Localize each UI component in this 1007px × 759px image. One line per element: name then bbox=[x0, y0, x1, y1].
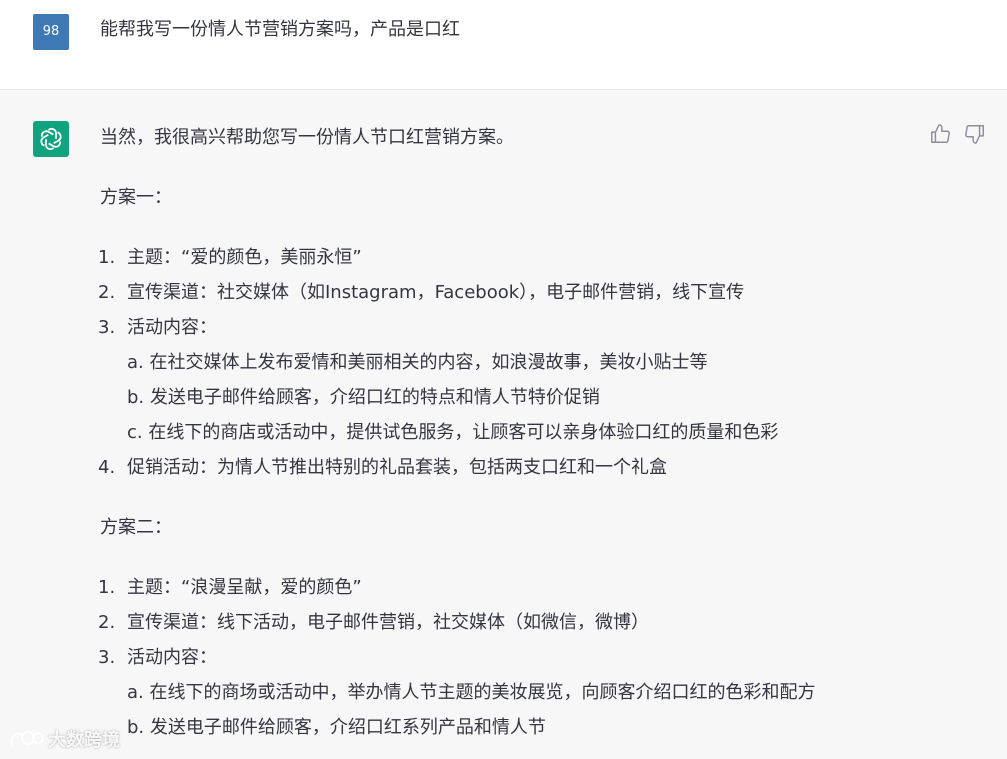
user-message-text: 能帮我写一份情人节营销方案吗，产品是口红 bbox=[100, 19, 460, 40]
list-item-text: 宣传渠道：社交媒体（如Instagram，Facebook），电子邮件营销，线下… bbox=[127, 282, 745, 303]
list-item-text: 活动内容： bbox=[127, 647, 217, 668]
list-number: 3. bbox=[98, 317, 116, 338]
sub-item-text: a. 在线下的商场或活动中，举办情人节主题的美妆展览，向顾客介绍口红的色彩和配方 bbox=[127, 682, 816, 703]
list-item-text: 促销活动：为情人节推出特别的礼品套装，包括两支口红和一个礼盒 bbox=[127, 457, 667, 478]
thumbs-up-button[interactable] bbox=[929, 123, 951, 145]
list-item-text: 主题：“浪漫呈献，爱的颜色” bbox=[127, 577, 362, 598]
list-number: 1. bbox=[98, 577, 116, 598]
user-avatar: 98 bbox=[33, 14, 69, 50]
assistant-message-row: 当然，我很高兴帮助您写一份情人节口红营销方案。 方案一： 1. 主题：“爱的颜色… bbox=[0, 90, 1007, 759]
watermark: 大数跨境 bbox=[8, 724, 120, 754]
plan1-heading: 方案一： bbox=[100, 187, 172, 208]
watermark-text: 大数跨境 bbox=[48, 730, 120, 751]
list-item-text: 主题：“爱的颜色，美丽永恒” bbox=[127, 247, 362, 268]
list-number: 2. bbox=[98, 612, 116, 633]
list-item-text: 活动内容： bbox=[127, 317, 217, 338]
sub-item-text: a. 在社交媒体上发布爱情和美丽相关的内容，如浪漫故事，美妆小贴士等 bbox=[127, 352, 708, 373]
list-number: 3. bbox=[98, 647, 116, 668]
plan2-heading: 方案二： bbox=[100, 517, 172, 538]
intro-text: 当然，我很高兴帮助您写一份情人节口红营销方案。 bbox=[100, 127, 514, 148]
thumbs-down-button[interactable] bbox=[964, 123, 986, 145]
list-number: 4. bbox=[98, 457, 116, 478]
user-message-row: 98 能帮我写一份情人节营销方案吗，产品是口红 bbox=[0, 0, 1007, 90]
sub-item-text: b. 发送电子邮件给顾客，介绍口红系列产品和情人节 bbox=[127, 717, 546, 738]
watermark-logo-icon bbox=[10, 731, 44, 746]
openai-logo-icon bbox=[40, 127, 62, 151]
assistant-avatar bbox=[33, 121, 69, 157]
thumbs-down-icon bbox=[965, 125, 984, 144]
sub-item-text: b. 发送电子邮件给顾客，介绍口红的特点和情人节特价促销 bbox=[127, 387, 600, 408]
thumbs-up-icon bbox=[931, 124, 950, 143]
list-item-text: 宣传渠道：线下活动，电子邮件营销，社交媒体（如微信，微博） bbox=[127, 612, 649, 633]
list-number: 1. bbox=[98, 247, 116, 268]
list-number: 2. bbox=[98, 282, 116, 303]
sub-item-text: c. 在线下的商店或活动中，提供试色服务，让顾客可以亲身体验口红的质量和色彩 bbox=[127, 422, 779, 443]
